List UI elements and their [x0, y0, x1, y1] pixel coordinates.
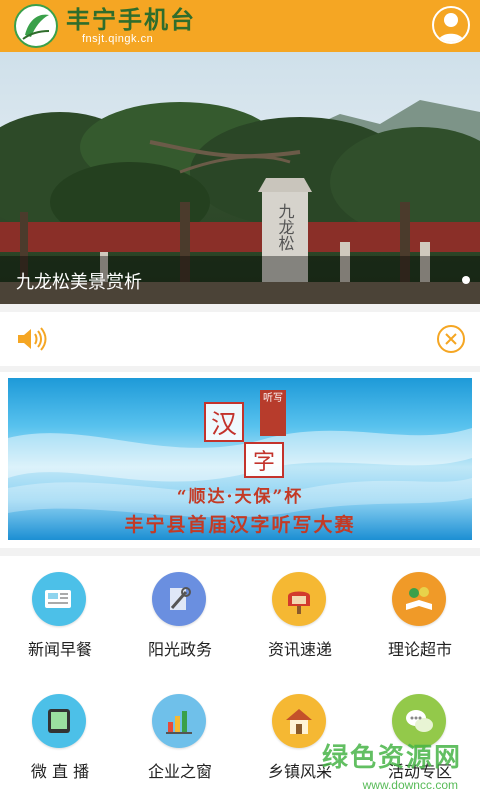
grid-item-news-breakfast[interactable]: 新闻早餐 [0, 556, 120, 678]
tools-icon [152, 572, 206, 626]
grid-item-sunshine-affairs[interactable]: 阳光政务 [120, 556, 240, 678]
grid-item-news-express[interactable]: 资讯速递 [240, 556, 360, 678]
watermark-url: www.downcc.com [362, 778, 458, 792]
promo-section: 汉 听写 字 “顺达·天保”杯 丰宁县首届汉字听写大赛 [0, 372, 480, 548]
banner-caption-bar: 九龙松美景赏析 [0, 256, 480, 304]
watermark-text: 绿色资源网 [321, 743, 462, 773]
grid-item-label: 企业之窗 [147, 762, 212, 781]
user-icon[interactable] [432, 6, 470, 44]
logo-emblem-icon [14, 4, 58, 48]
promo-banner[interactable]: 汉 听写 字 “顺达·天保”杯 丰宁县首届汉字听写大赛 [8, 378, 472, 540]
promo-contest-title: 丰宁县首届汉字听写大赛 [124, 514, 356, 536]
tablet-icon [32, 694, 86, 748]
featured-banner[interactable]: 九龙松 九龙松美景赏析 [0, 52, 480, 304]
promo-char-zi: 字 [244, 442, 284, 478]
mailbox-icon [272, 572, 326, 626]
stele-text: 九龙松 [276, 203, 295, 251]
app-screen: 丰宁手机台 fnsjt.qingk.cn 九龙松 九龙松美景赏析 汉 听写 字 … [0, 0, 480, 800]
speaker-icon[interactable] [16, 325, 48, 353]
notice-bar [0, 312, 480, 366]
grid-item-label: 微 直 播 [30, 762, 90, 781]
banner-caption[interactable]: 九龙松美景赏析 [16, 268, 142, 294]
grid-item-enterprise-window[interactable]: 企业之窗 [120, 678, 240, 800]
app-domain: fnsjt.qingk.cn [82, 33, 154, 45]
app-title: 丰宁手机台 [66, 5, 196, 34]
book-icon [392, 572, 446, 626]
app-logo[interactable]: 丰宁手机台 fnsjt.qingk.cn [14, 4, 196, 48]
grid-item-label: 资讯速递 [267, 640, 332, 659]
promo-cup-title: “顺达·天保”杯 [176, 487, 304, 507]
close-circle-icon[interactable] [436, 324, 466, 354]
grid-item-label: 新闻早餐 [27, 640, 92, 659]
grid-item-micro-live[interactable]: 微 直 播 [0, 678, 120, 800]
newspaper-icon [32, 572, 86, 626]
page-indicator-dot[interactable] [462, 276, 470, 284]
grid-item-label: 阳光政务 [147, 640, 212, 659]
bar-chart-icon [152, 694, 206, 748]
promo-char-han: 汉 [204, 402, 244, 442]
grid-item-label: 理论超市 [387, 640, 452, 659]
promo-seal: 听写 [260, 390, 286, 436]
app-header: 丰宁手机台 fnsjt.qingk.cn [0, 0, 480, 52]
grid-item-theory-market[interactable]: 理论超市 [360, 556, 480, 678]
house-icon [272, 694, 326, 748]
